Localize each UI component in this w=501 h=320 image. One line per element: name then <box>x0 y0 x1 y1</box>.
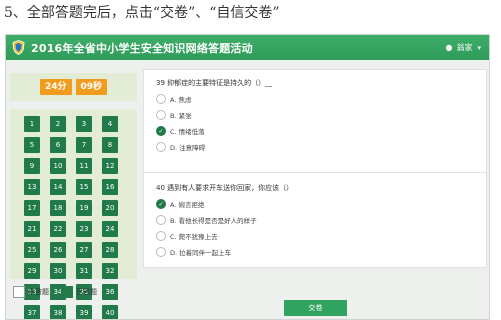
question-number-button[interactable]: 10 <box>50 158 66 174</box>
option-label: B. 紧张 <box>170 112 192 120</box>
radio-icon <box>156 110 166 120</box>
option-label: C. 爬不犹豫上去 <box>170 233 218 241</box>
question-card-39: 39 抑郁症的主要特征是持久的（）__ A. 焦虑 B. 紧张 ✓ C. 情绪低… <box>143 69 487 189</box>
left-panel: 24分 09秒 1 2 3 4 5 6 7 8 9 10 11 12 13 14 15 16 17 18 19 20 2… <box>10 73 137 319</box>
question-number-button[interactable]: 4 <box>102 116 118 132</box>
question-number-button[interactable]: 3 <box>76 116 92 132</box>
question-number-button[interactable]: 22 <box>50 221 66 237</box>
question-number-button[interactable]: 15 <box>76 179 92 195</box>
question-number-button[interactable]: 27 <box>76 242 92 258</box>
option-label: C. 情绪低落 <box>170 128 205 136</box>
document-caption: 5、全部答题完后，点击“交卷”、“自信交卷” <box>4 5 280 21</box>
question-text: 39 抑郁症的主要特征是持久的（）__ <box>156 79 273 87</box>
question-number-button[interactable]: 38 <box>50 305 66 319</box>
option-d[interactable]: D. 拉着同伴一起上车 <box>156 247 231 257</box>
timer-seconds: 09秒 <box>75 79 108 95</box>
check-icon: ✓ <box>156 126 166 136</box>
question-number-button[interactable]: 5 <box>24 137 40 153</box>
top-bar: 2016年全省中小学生安全知识网络答题活动 ● 翁家 ▾ <box>6 35 489 60</box>
option-label: A. 焦虑 <box>170 96 192 104</box>
option-a[interactable]: A. 焦虑 <box>156 94 191 104</box>
radio-icon <box>156 94 166 104</box>
user-icon: ● <box>445 43 453 52</box>
legend-answered-swatch <box>61 286 73 298</box>
radio-icon <box>156 215 166 225</box>
legend-answered-label: 已答题 <box>76 288 97 296</box>
radio-icon <box>156 142 166 152</box>
radio-icon <box>156 247 166 257</box>
question-number-button[interactable]: 37 <box>24 305 40 319</box>
question-number-button[interactable]: 23 <box>76 221 92 237</box>
caret-down-icon: ▾ <box>477 43 481 52</box>
timer-panel: 24分 09秒 <box>10 73 137 101</box>
question-number-button[interactable]: 31 <box>76 263 92 279</box>
question-number-button[interactable]: 29 <box>24 263 40 279</box>
option-label: D. 注意障碍 <box>170 144 206 152</box>
option-label: A. 婉言拒绝 <box>170 201 205 209</box>
question-number-button[interactable]: 30 <box>50 263 66 279</box>
option-c[interactable]: C. 爬不犹豫上去 <box>156 231 218 241</box>
option-c[interactable]: ✓ C. 情绪低落 <box>156 126 205 136</box>
question-number-grid: 1 2 3 4 5 6 7 8 9 10 11 12 13 14 15 16 17 18 19 20 21 22 23 24 2… <box>10 109 137 319</box>
question-number-button[interactable]: 32 <box>102 263 118 279</box>
question-number-button[interactable]: 39 <box>76 305 92 319</box>
question-number-button[interactable]: 24 <box>102 221 118 237</box>
question-number-button[interactable]: 12 <box>102 158 118 174</box>
user-menu[interactable]: ● 翁家 ▾ <box>446 42 482 53</box>
question-number-button[interactable]: 21 <box>24 221 40 237</box>
question-number-button[interactable]: 8 <box>102 137 118 153</box>
legend-unanswered-swatch <box>13 286 25 298</box>
app-title: 2016年全省中小学生安全知识网络答题活动 <box>31 41 253 55</box>
question-number-button[interactable]: 40 <box>102 305 118 319</box>
question-number-button[interactable]: 13 <box>24 179 40 195</box>
timer-minutes: 24分 <box>39 79 72 95</box>
question-number-button[interactable]: 11 <box>76 158 92 174</box>
question-number-button[interactable]: 6 <box>50 137 66 153</box>
shield-logo-icon <box>12 40 25 55</box>
question-number-button[interactable]: 9 <box>24 158 40 174</box>
check-icon: ✓ <box>156 199 166 209</box>
question-number-button[interactable]: 36 <box>102 284 118 300</box>
question-number-button[interactable]: 1 <box>24 116 40 132</box>
app-window: 2016年全省中小学生安全知识网络答题活动 ● 翁家 ▾ 24分 09秒 123… <box>5 34 490 320</box>
option-b[interactable]: B. 看他长得是否是好人的样子 <box>156 215 257 225</box>
question-number-button[interactable]: 16 <box>102 179 118 195</box>
question-card-40: 40 遇到有人要求开车送你回家，你应该（） ✓ A. 婉言拒绝 B. 看他长得是… <box>143 172 487 268</box>
question-number-button[interactable]: 18 <box>50 200 66 216</box>
option-d[interactable]: D. 注意障碍 <box>156 142 205 152</box>
question-number-button[interactable]: 25 <box>24 242 40 258</box>
question-number-button[interactable]: 26 <box>50 242 66 258</box>
legend-unanswered-label: 未答题 <box>28 288 49 296</box>
option-label: B. 看他长得是否是好人的样子 <box>170 217 257 225</box>
option-label: D. 拉着同伴一起上车 <box>170 249 232 257</box>
question-number-button[interactable]: 7 <box>76 137 92 153</box>
question-number-button[interactable]: 19 <box>76 200 92 216</box>
question-number-button[interactable]: 2 <box>50 116 66 132</box>
user-name: 翁家 <box>456 43 473 52</box>
question-number-button[interactable]: 28 <box>102 242 118 258</box>
submit-button[interactable]: 交卷 <box>284 300 347 316</box>
question-number-button[interactable]: 17 <box>24 200 40 216</box>
question-number-button[interactable]: 20 <box>102 200 118 216</box>
option-a[interactable]: ✓ A. 婉言拒绝 <box>156 199 204 209</box>
radio-icon <box>156 231 166 241</box>
question-text: 40 遇到有人要求开车送你回家，你应该（） <box>156 184 294 192</box>
option-b[interactable]: B. 紧张 <box>156 110 192 120</box>
question-number-button[interactable]: 14 <box>50 179 66 195</box>
